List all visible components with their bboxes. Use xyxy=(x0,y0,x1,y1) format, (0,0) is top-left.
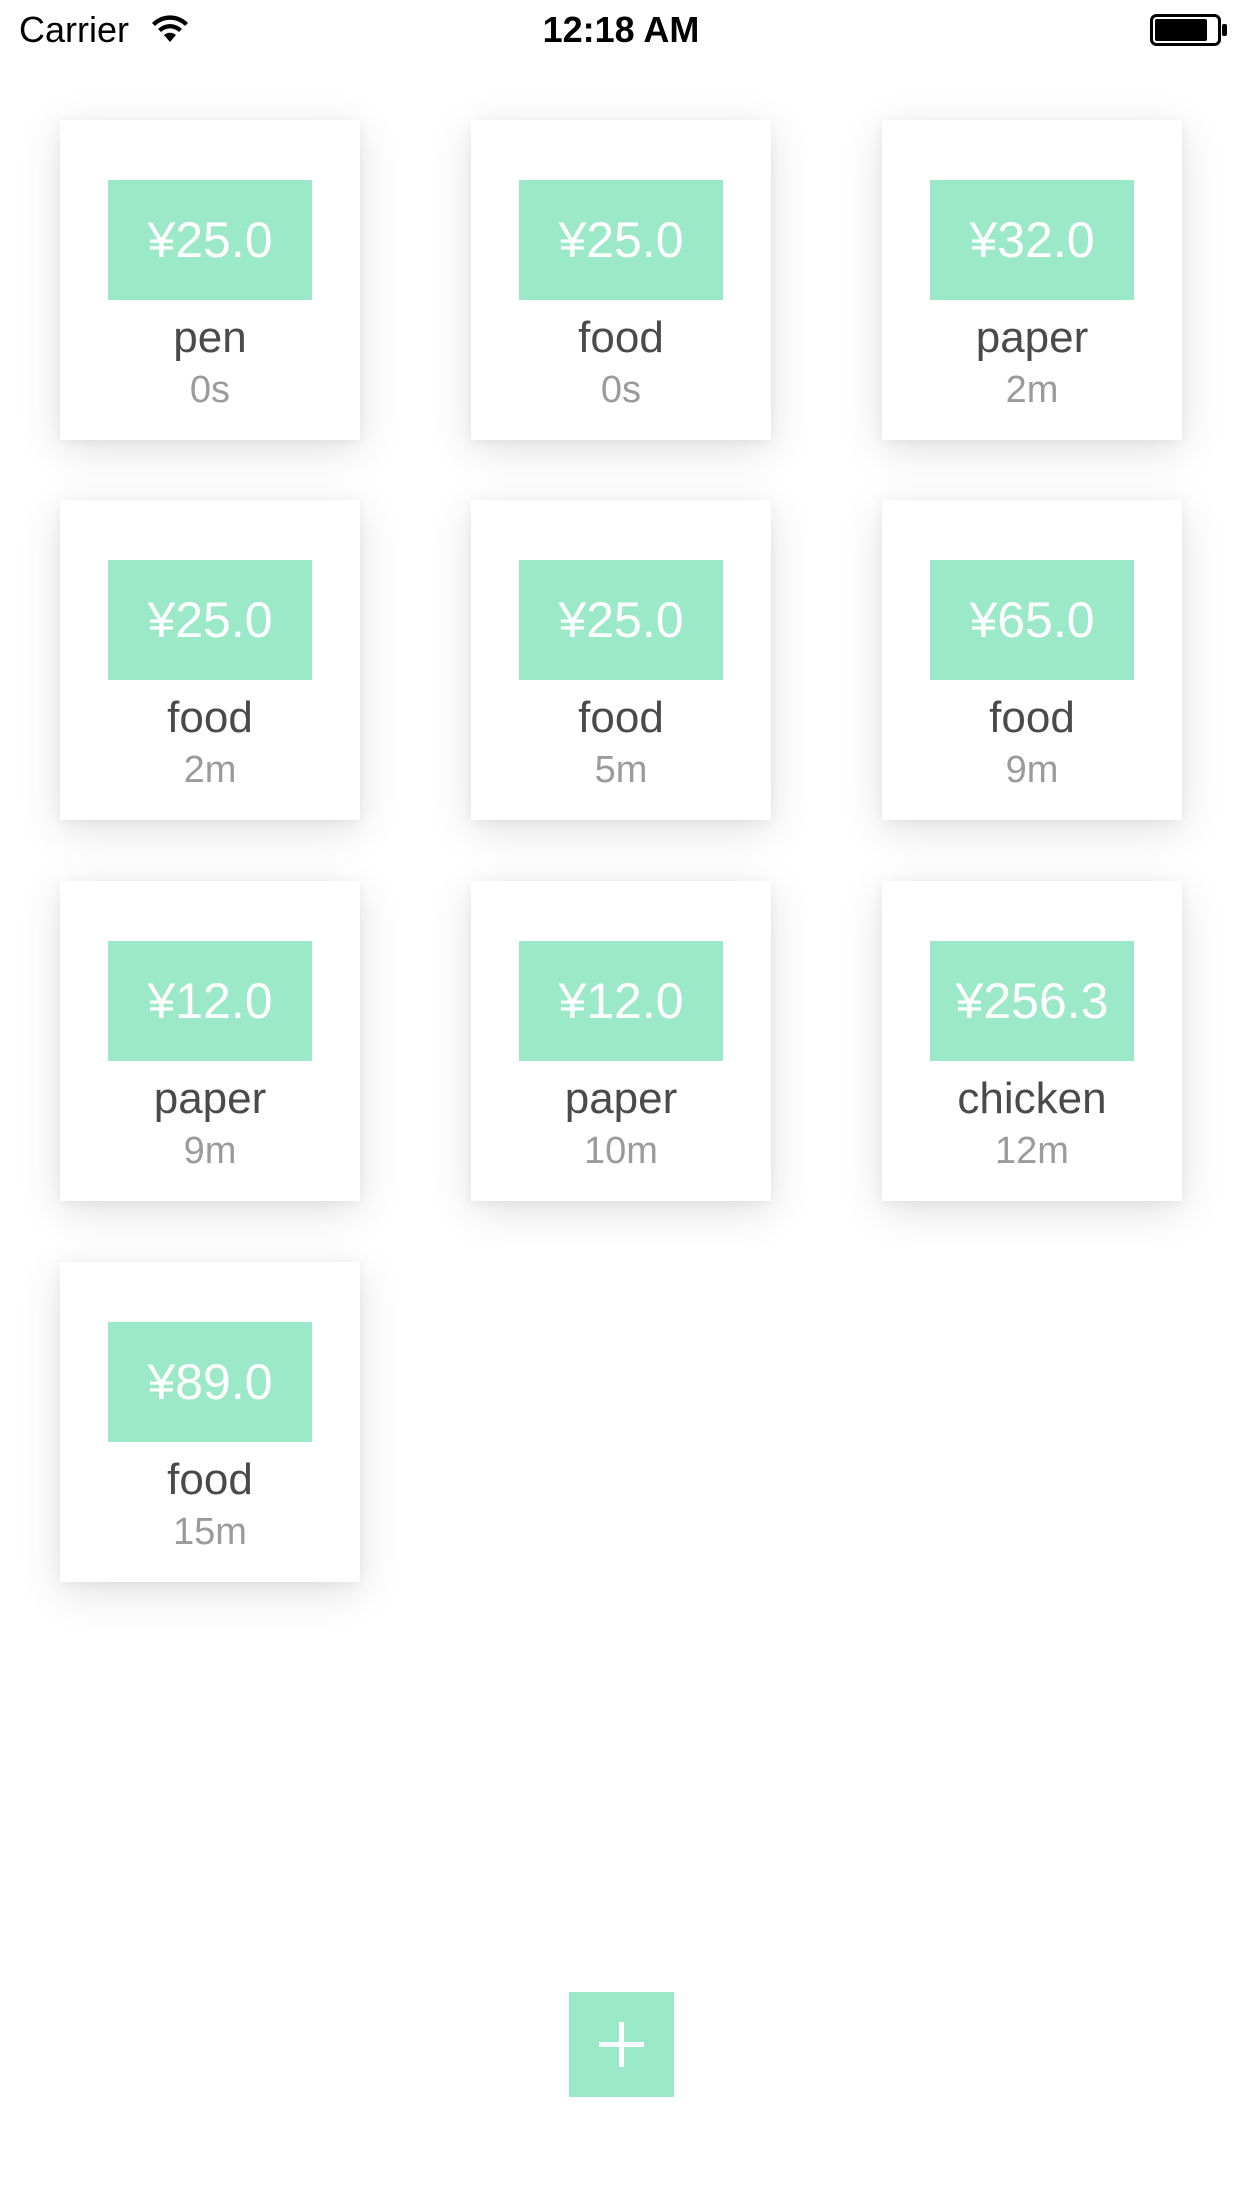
item-time: 10m xyxy=(584,1130,658,1172)
price-tag: ¥25.0 xyxy=(108,560,312,680)
item-time: 2m xyxy=(1005,369,1059,411)
price-tag: ¥89.0 xyxy=(108,1322,312,1442)
item-name: food xyxy=(167,693,253,742)
item-time: 9m xyxy=(183,1130,237,1172)
price-tag: ¥12.0 xyxy=(519,941,723,1061)
item-time: 0s xyxy=(189,369,231,411)
record-card[interactable]: ¥25.0 food 2m xyxy=(60,500,360,820)
record-card[interactable]: ¥256.3 chicken 12m xyxy=(882,881,1182,1201)
item-name: paper xyxy=(975,313,1089,362)
record-card[interactable]: ¥25.0 pen 0s xyxy=(60,120,360,440)
item-name: chicken xyxy=(957,1074,1107,1123)
record-card[interactable]: ¥65.0 food 9m xyxy=(882,500,1182,820)
records-grid: ¥25.0 pen 0s ¥25.0 food 0s ¥32.0 paper 2… xyxy=(0,0,1242,2208)
item-time: 0s xyxy=(600,369,642,411)
item-time: 12m xyxy=(995,1130,1069,1172)
record-card[interactable]: ¥12.0 paper 10m xyxy=(471,881,771,1201)
price-tag: ¥25.0 xyxy=(519,180,723,300)
item-name: pen xyxy=(173,313,247,362)
price-tag: ¥25.0 xyxy=(519,560,723,680)
item-time: 15m xyxy=(173,1511,247,1553)
item-time: 5m xyxy=(594,749,648,791)
record-card[interactable]: ¥89.0 food 15m xyxy=(60,1262,360,1582)
item-name: food xyxy=(578,313,664,362)
price-tag: ¥12.0 xyxy=(108,941,312,1061)
item-name: food xyxy=(167,1455,253,1504)
record-card[interactable]: ¥25.0 food 5m xyxy=(471,500,771,820)
item-name: food xyxy=(989,693,1075,742)
price-tag: ¥32.0 xyxy=(930,180,1134,300)
item-name: paper xyxy=(153,1074,267,1123)
item-time: 9m xyxy=(1005,749,1059,791)
record-card[interactable]: ¥25.0 food 0s xyxy=(471,120,771,440)
add-record-button[interactable] xyxy=(569,1992,674,2097)
item-time: 2m xyxy=(183,749,237,791)
plus-icon xyxy=(599,2022,644,2067)
price-tag: ¥25.0 xyxy=(108,180,312,300)
record-card[interactable]: ¥12.0 paper 9m xyxy=(60,881,360,1201)
price-tag: ¥65.0 xyxy=(930,560,1134,680)
item-name: food xyxy=(578,693,664,742)
item-name: paper xyxy=(564,1074,678,1123)
record-card[interactable]: ¥32.0 paper 2m xyxy=(882,120,1182,440)
price-tag: ¥256.3 xyxy=(930,941,1134,1061)
